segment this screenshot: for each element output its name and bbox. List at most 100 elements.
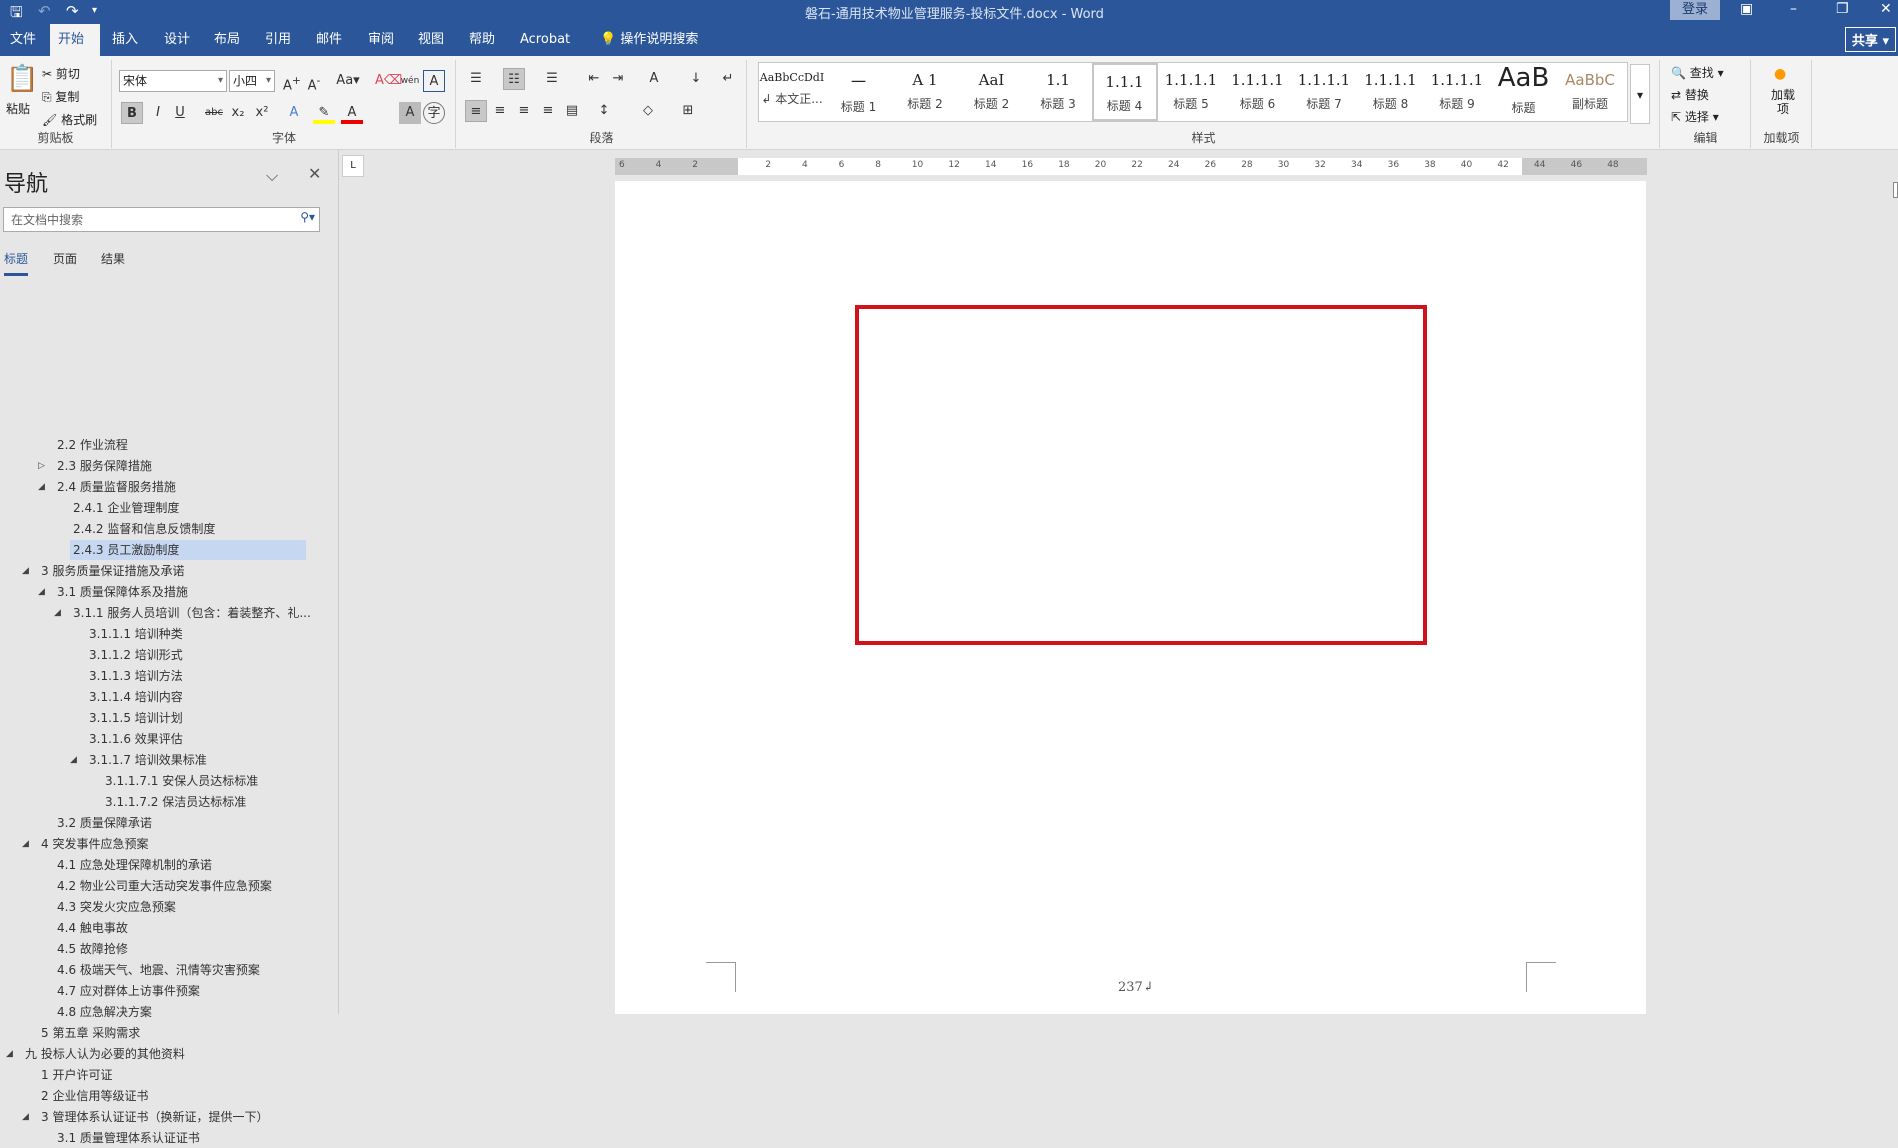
nav-heading-item[interactable]: 4.7 应对群体上访事件预案 bbox=[54, 981, 210, 1001]
numbering-icon[interactable]: ☷ bbox=[503, 68, 525, 90]
nav-heading-item[interactable]: 3 管理体系认证证书（换新证，提供一下） bbox=[38, 1107, 278, 1127]
tab-home[interactable]: 开始 bbox=[50, 24, 100, 56]
nav-heading-item[interactable]: 5 第五章 采购需求 bbox=[38, 1023, 150, 1043]
nav-heading-item[interactable]: 1 开户许可证 bbox=[38, 1065, 122, 1085]
restore-icon[interactable]: ❐ bbox=[1836, 1, 1849, 17]
format-painter-button[interactable]: 🖌 格式刷 bbox=[42, 111, 97, 128]
tab-mailings[interactable]: 邮件 bbox=[308, 24, 350, 56]
clear-format-icon[interactable]: A⌫ bbox=[375, 70, 402, 92]
nav-heading-item[interactable]: 3.1.1.4 培训内容 bbox=[86, 687, 193, 707]
style-item[interactable]: 1.1.1.1 标题 7 bbox=[1291, 63, 1357, 121]
login-button[interactable]: 登录 bbox=[1670, 0, 1720, 20]
nav-heading-item[interactable]: 3.1 质量管理体系认证证书 bbox=[54, 1128, 210, 1148]
nav-tab-results[interactable]: 结果 bbox=[101, 250, 125, 267]
align-center-icon[interactable]: ≡ bbox=[489, 100, 511, 122]
phonetic-guide-icon[interactable]: wén bbox=[399, 70, 421, 92]
tab-review[interactable]: 审阅 bbox=[360, 24, 402, 56]
customize-qat-icon[interactable]: ▾ bbox=[92, 5, 97, 16]
font-color-icon[interactable]: A bbox=[341, 102, 363, 124]
grow-font-icon[interactable]: A+ bbox=[281, 70, 303, 93]
tab-selector-icon[interactable]: L bbox=[342, 155, 364, 177]
nav-heading-item[interactable]: 2.3 服务保障措施 bbox=[54, 456, 162, 476]
tab-help[interactable]: 帮助 bbox=[461, 24, 503, 56]
show-marks-icon[interactable]: ↵ bbox=[717, 68, 739, 90]
multilevel-list-icon[interactable]: ☰ bbox=[541, 68, 563, 90]
redo-icon[interactable]: ↷ bbox=[66, 2, 79, 20]
tab-insert[interactable]: 插入 bbox=[104, 24, 146, 56]
font-size-combo[interactable]: 小四 bbox=[229, 70, 275, 92]
change-case-icon[interactable]: Aa▾ bbox=[331, 70, 365, 92]
tab-layout[interactable]: 布局 bbox=[206, 24, 248, 56]
expand-arrow-icon[interactable]: ▷ bbox=[38, 461, 45, 471]
nav-heading-item[interactable]: 3.1.1.7 培训效果标准 bbox=[86, 750, 217, 770]
nav-heading-item[interactable]: 3.1 质量保障体系及措施 bbox=[54, 582, 198, 602]
character-border-icon[interactable]: A bbox=[423, 70, 445, 92]
style-item[interactable]: 一标题 1 bbox=[826, 63, 892, 121]
borders-icon[interactable]: ⊞ bbox=[677, 100, 699, 122]
red-rectangle-shape[interactable] bbox=[855, 305, 1427, 645]
nav-heading-item[interactable]: 4.3 突发火灾应急预案 bbox=[54, 897, 186, 917]
cut-button[interactable]: ✂ 剪切 bbox=[42, 65, 80, 82]
horizontal-ruler[interactable]: 6 4 2 2 4 6 8 10 12 14 16 18 20 22 24 26 28 30 32 34 36 38 40 4… bbox=[615, 158, 1647, 175]
distributed-icon[interactable]: ▤ bbox=[561, 100, 583, 122]
nav-heading-item[interactable]: 4 突发事件应急预案 bbox=[38, 834, 158, 854]
nav-heading-item[interactable]: 2 企业信用等级证书 bbox=[38, 1086, 158, 1106]
style-item[interactable]: 1.1.1 标题 4 bbox=[1091, 63, 1158, 121]
nav-search-input[interactable]: 在文档中搜索 ⚲▾ bbox=[3, 207, 320, 232]
tell-me-search[interactable]: 💡 操作说明搜索 bbox=[592, 24, 706, 56]
style-item[interactable]: AaBbC 副标题 bbox=[1557, 63, 1623, 121]
nav-heading-item[interactable]: 2.2 作业流程 bbox=[54, 435, 138, 455]
align-right-icon[interactable]: ≡ bbox=[513, 100, 535, 122]
justify-icon[interactable]: ≡ bbox=[537, 100, 559, 122]
style-item[interactable]: 1.1.1.1 标题 8 bbox=[1358, 63, 1424, 121]
style-item[interactable]: AaBbCcDdI ↲ 本文正... bbox=[759, 63, 825, 121]
addins-icon[interactable]: ● bbox=[1774, 66, 1786, 82]
undo-icon[interactable]: ↶ bbox=[38, 2, 51, 20]
decrease-indent-icon[interactable]: ⇤ bbox=[583, 68, 605, 90]
nav-heading-item[interactable]: 3.1.1.7.2 保洁员达标标准 bbox=[102, 792, 256, 812]
style-item[interactable]: AaB 标题 bbox=[1491, 63, 1557, 121]
nav-heading-item[interactable]: 2.4.2 监督和信息反馈制度 bbox=[70, 519, 225, 539]
copy-button[interactable]: ⎘ 复制 bbox=[42, 88, 79, 105]
line-spacing-icon[interactable]: ↕ bbox=[593, 100, 615, 122]
font-name-combo[interactable]: 宋体 bbox=[119, 70, 227, 92]
style-item[interactable]: A 1 标题 2 bbox=[892, 63, 958, 121]
collapse-arrow-icon[interactable]: ◢ bbox=[38, 482, 45, 492]
align-left-icon[interactable]: ≡ bbox=[465, 100, 487, 122]
collapse-arrow-icon[interactable]: ◢ bbox=[22, 1112, 29, 1122]
nav-heading-item[interactable]: 2.4.1 企业管理制度 bbox=[70, 498, 189, 518]
minimize-icon[interactable]: – bbox=[1790, 1, 1797, 17]
search-icon[interactable]: ⚲▾ bbox=[300, 210, 315, 224]
style-item[interactable]: 1.1.1.1 标题 5 bbox=[1158, 63, 1224, 121]
nav-heading-item[interactable]: 4.2 物业公司重大活动突发事件应急预案 bbox=[54, 876, 282, 896]
nav-heading-item[interactable]: 2.4 质量监督服务措施 bbox=[54, 477, 186, 497]
underline-button[interactable]: U bbox=[169, 102, 191, 124]
collapse-arrow-icon[interactable]: ◢ bbox=[38, 587, 45, 597]
select-button[interactable]: ⇱ 选择 ▾ bbox=[1671, 108, 1719, 125]
replace-button[interactable]: ⇄ 替换 bbox=[1671, 86, 1709, 103]
find-button[interactable]: 🔍 查找 ▾ bbox=[1671, 64, 1724, 81]
nav-heading-item[interactable]: 4.5 故障抢修 bbox=[54, 939, 138, 959]
share-button[interactable]: 共享 ▾ bbox=[1844, 27, 1896, 52]
collapse-arrow-icon[interactable]: ◢ bbox=[54, 608, 61, 618]
nav-close-icon[interactable]: ✕ bbox=[308, 164, 321, 183]
addins-button[interactable]: 加载项 bbox=[1766, 88, 1800, 116]
italic-button[interactable]: I bbox=[147, 102, 169, 124]
strikethrough-button[interactable]: abc bbox=[203, 102, 225, 124]
enclose-character-icon[interactable]: 字 bbox=[423, 102, 445, 124]
styles-more-icon[interactable]: ▾ bbox=[1630, 64, 1650, 124]
highlight-color-icon[interactable]: ✎ bbox=[313, 102, 335, 124]
nav-heading-item[interactable]: 4.8 应急解决方案 bbox=[54, 1002, 162, 1022]
style-item[interactable]: 1.1 标题 3 bbox=[1025, 63, 1091, 121]
bullets-icon[interactable]: ☰ bbox=[465, 68, 487, 90]
nav-tab-pages[interactable]: 页面 bbox=[53, 250, 77, 267]
collapse-arrow-icon[interactable]: ◢ bbox=[6, 1049, 13, 1059]
tab-file[interactable]: 文件 bbox=[2, 24, 44, 56]
nav-tab-headings[interactable]: 标题 bbox=[4, 250, 29, 276]
nav-heading-item[interactable]: 九 投标人认为必要的其他资料 bbox=[22, 1044, 195, 1064]
nav-heading-item[interactable]: 4.6 极端天气、地震、汛情等灾害预案 bbox=[54, 960, 270, 980]
paste-icon[interactable]: 📋 bbox=[6, 64, 38, 94]
nav-options-icon[interactable]: ⌵ bbox=[266, 166, 278, 186]
shrink-font-icon[interactable]: A- bbox=[303, 70, 325, 93]
shading-icon[interactable]: ◇ bbox=[637, 100, 659, 122]
